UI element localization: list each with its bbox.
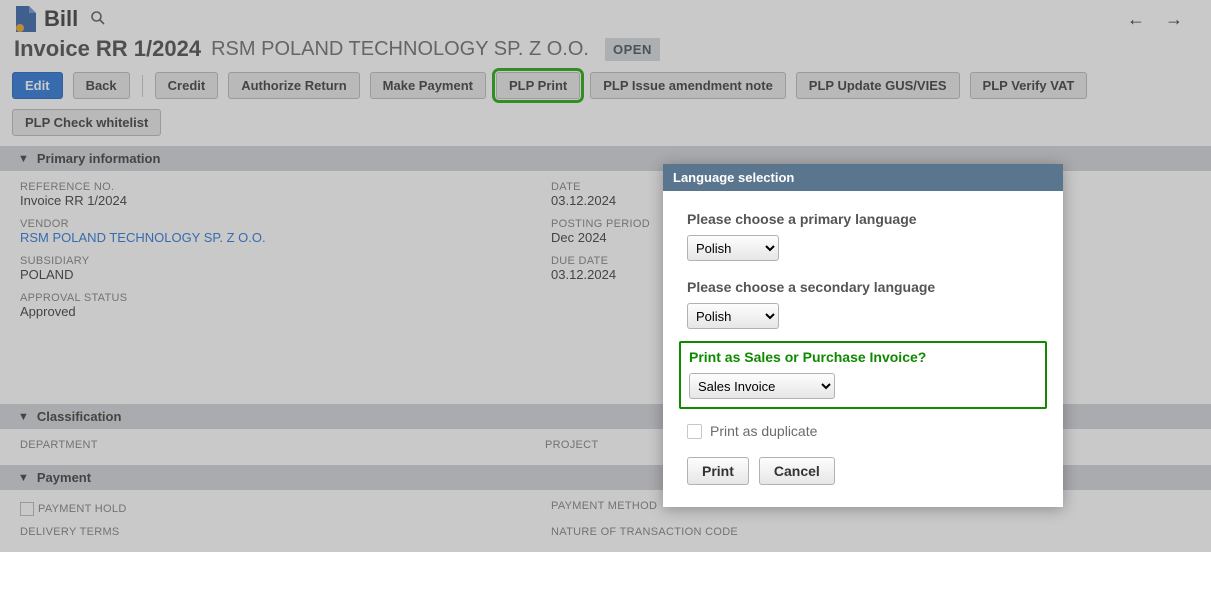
invoice-type-select[interactable]: Sales Invoice bbox=[689, 373, 835, 399]
language-selection-modal: Language selection Please choose a prima… bbox=[663, 164, 1063, 507]
modal-print-button[interactable]: Print bbox=[687, 457, 749, 485]
secondary-language-select[interactable]: Polish bbox=[687, 303, 779, 329]
modal-secondary-language-label: Please choose a secondary language bbox=[687, 279, 1039, 295]
modal-primary-language-label: Please choose a primary language bbox=[687, 211, 1039, 227]
print-duplicate-checkbox[interactable] bbox=[687, 424, 702, 439]
modal-title: Language selection bbox=[663, 164, 1063, 191]
invoice-type-highlight: Print as Sales or Purchase Invoice? Sale… bbox=[679, 341, 1047, 409]
modal-invoice-type-label: Print as Sales or Purchase Invoice? bbox=[689, 349, 1037, 365]
print-duplicate-label: Print as duplicate bbox=[710, 423, 817, 439]
primary-language-select[interactable]: Polish bbox=[687, 235, 779, 261]
modal-cancel-button[interactable]: Cancel bbox=[759, 457, 835, 485]
